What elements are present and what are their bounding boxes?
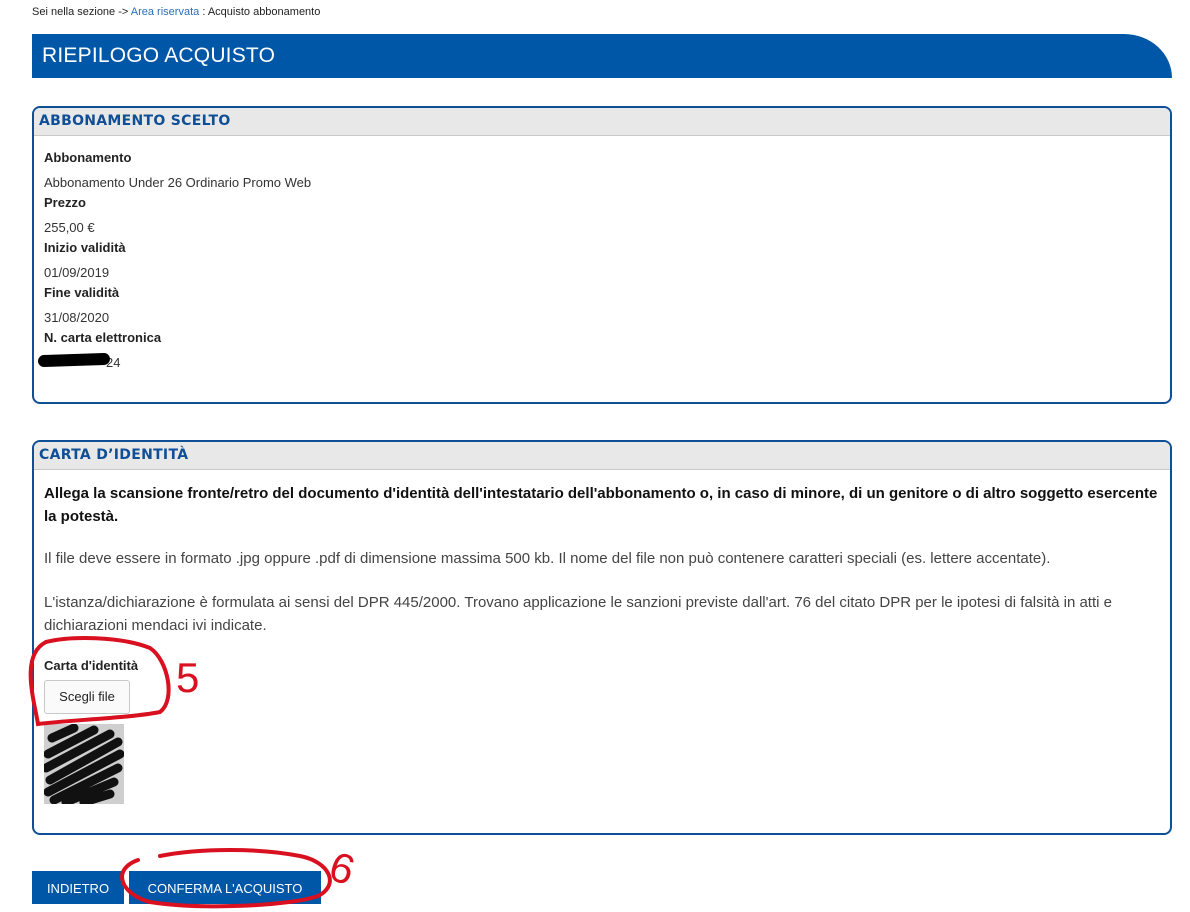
identity-intro: Allega la scansione fronte/retro del doc… [44, 485, 1158, 525]
end-date-value: 31/08/2020 [44, 310, 110, 325]
breadcrumb: Sei nella sezione -> Area riservata : Ac… [32, 6, 320, 18]
choose-file-button[interactable]: Scegli file [44, 680, 130, 714]
subscription-value: Abbonamento Under 26 Ordinario Promo Web [44, 175, 312, 190]
breadcrumb-prefix: Sei nella sezione -> [32, 6, 129, 18]
identity-preview-image [41, 723, 125, 807]
subscription-panel-title: ABBONAMENTO SCELTO [39, 113, 231, 129]
start-date-label: Inizio validità [44, 240, 126, 255]
identity-format-note: Il file deve essere in formato .jpg oppu… [44, 550, 1051, 567]
confirm-purchase-button[interactable]: CONFERMA L'ACQUISTO [129, 871, 321, 904]
subscription-panel-header: ABBONAMENTO SCELTO [34, 108, 1170, 136]
breadcrumb-current: Acquisto abbonamento [207, 6, 321, 18]
identity-legal-note: L'istanza/dichiarazione è formulata ai s… [44, 594, 1112, 634]
start-date-value: 01/09/2019 [44, 265, 110, 280]
back-button[interactable]: INDIETRO [32, 871, 124, 904]
subscription-label: Abbonamento [44, 150, 132, 165]
breadcrumb-link-area-riservata[interactable]: Area riservata [131, 6, 199, 18]
subscription-panel: ABBONAMENTO SCELTO Abbonamento Abbonamen… [32, 106, 1172, 404]
page-title: RIEPILOGO ACQUISTO [42, 44, 276, 67]
breadcrumb-separator: : [202, 6, 206, 18]
page-title-bar: RIEPILOGO ACQUISTO [32, 34, 1172, 78]
page: Sei nella sezione -> Area riservata : Ac… [0, 0, 1190, 912]
identity-panel-header: CARTA D’IDENTITÀ [34, 442, 1170, 470]
annotation-mark-6: 6 [324, 842, 361, 894]
card-number-redaction [37, 352, 111, 368]
price-value: 255,00 € [44, 220, 95, 235]
identity-panel-title: CARTA D’IDENTITÀ [39, 447, 189, 463]
identity-preview-scribble [41, 723, 125, 807]
identity-panel: CARTA D’IDENTITÀ Allega la scansione fro… [32, 440, 1172, 835]
identity-file-label: Carta d'identità [44, 658, 139, 673]
price-label: Prezzo [44, 195, 86, 210]
card-number-label: N. carta elettronica [44, 330, 162, 345]
end-date-label: Fine validità [44, 285, 120, 300]
